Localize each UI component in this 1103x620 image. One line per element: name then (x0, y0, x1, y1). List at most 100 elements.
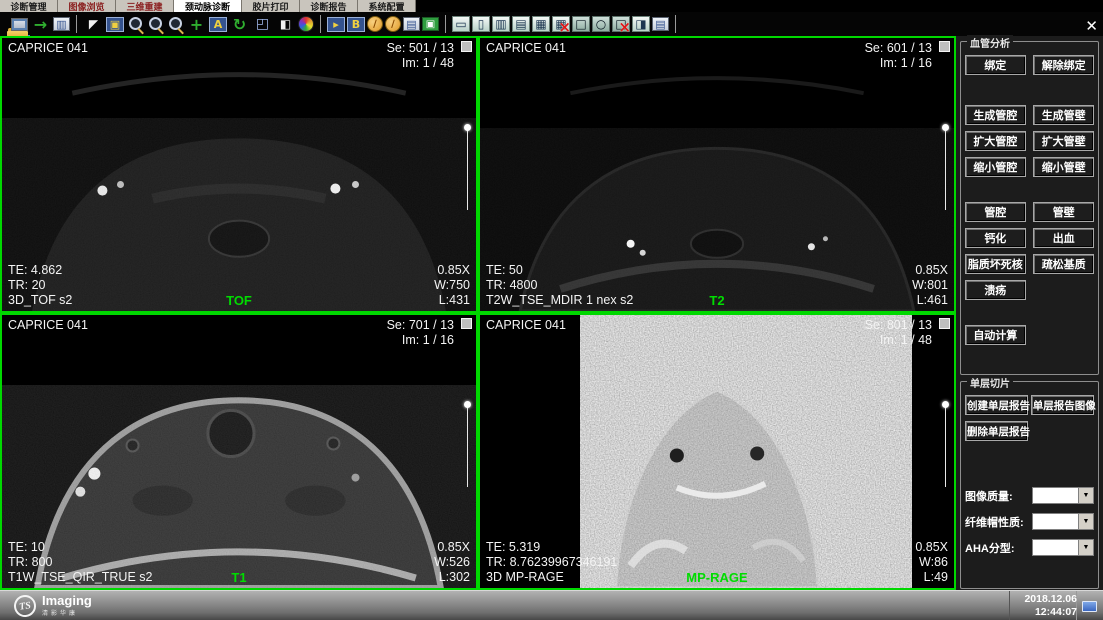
zoom-region-tool-icon[interactable] (146, 15, 164, 33)
lipid-core-button[interactable]: 脂质坏死核 (965, 254, 1026, 274)
create-slice-report-button[interactable]: 创建单层报告 (965, 395, 1028, 415)
annotation-tool-icon[interactable]: A (209, 17, 227, 32)
series-info: Se: 801 / 13Im: 1 / 48 (865, 318, 932, 348)
datetime-display: 2018.12.06 12:44:07 (1009, 591, 1077, 620)
viewport-select-checkbox[interactable] (461, 41, 472, 52)
capture-image-icon[interactable]: ▣ (422, 17, 439, 31)
delete-slice-report-button[interactable]: 删除单层报告 (965, 421, 1028, 441)
slice-report-image-button[interactable]: 单层报告图像 (1031, 395, 1094, 415)
refresh-tool-icon[interactable]: ↻ (229, 14, 250, 34)
calcification-button[interactable]: 钙化 (965, 228, 1026, 248)
layout-grid-clear-icon[interactable]: ▦ (552, 16, 570, 32)
image-quality-select[interactable]: ▼ (1032, 487, 1094, 504)
measure-tool-1-icon[interactable]: ∕ (367, 16, 383, 32)
viewport-t1[interactable]: CAPRICE 041 Se: 701 / 13Im: 1 / 16 TE: 1… (0, 313, 478, 590)
lumen-button[interactable]: 管腔 (965, 202, 1026, 222)
copy-report-icon[interactable]: ▤ (403, 17, 420, 31)
analysis-panel: 血管分析 绑定 解除绑定 生成管腔 生成管壁 扩大管腔 扩大管壁 缩小管腔 缩小… (956, 36, 1103, 590)
fibrous-cap-select[interactable]: ▼ (1032, 513, 1094, 530)
acquisition-params: TE: 50TR: 4800T2W_TSE_MDIR 1 nex s2 (486, 263, 633, 308)
workstation-icon[interactable] (11, 18, 28, 31)
expand-lumen-button[interactable]: 扩大管腔 (965, 131, 1026, 151)
single-slice-group: 单层切片 创建单层报告 单层报告图像 删除单层报告 图像质量: ▼ 纤维帽性质: (960, 381, 1099, 589)
layout-single-icon[interactable]: ▭ (452, 16, 470, 32)
zoom-tool-icon[interactable] (126, 15, 144, 33)
cine-view-icon[interactable]: ▤ (652, 17, 669, 31)
vessel-analysis-group: 血管分析 绑定 解除绑定 生成管腔 生成管壁 扩大管腔 扩大管壁 缩小管腔 缩小… (960, 41, 1099, 375)
toolbar: →▥◤▣+A↻◰◧▸B∕∕▤▣▭▯▥▤▦▦□○□◨▤ (0, 12, 1103, 36)
layout-stamp-icon[interactable]: ▯ (472, 16, 490, 32)
image-scroll-slider[interactable] (945, 405, 946, 487)
send-study-icon[interactable]: → (30, 14, 51, 34)
image-scroll-slider[interactable] (945, 128, 946, 210)
expand-wall-button[interactable]: 扩大管壁 (1033, 131, 1094, 151)
viewport-select-checkbox[interactable] (939, 41, 950, 52)
ime-language-icon[interactable] (1082, 601, 1097, 612)
series-info: Se: 601 / 13Im: 1 / 16 (865, 41, 932, 71)
viewport-grid: CAPRICE 041 Se: 501 / 13Im: 1 / 48 TE: 4… (0, 36, 956, 590)
fit-screen-tool-icon[interactable]: ◰ (252, 14, 273, 34)
display-params: 0.85XW:526L:302 (434, 540, 470, 585)
archive-database-icon[interactable]: ▥ (53, 17, 70, 31)
chevron-down-icon: ▼ (1078, 540, 1093, 555)
layout-two-col-icon[interactable]: ▥ (492, 16, 510, 32)
layout-grid-2x2-icon[interactable]: ▦ (532, 16, 550, 32)
pointer-tool-icon[interactable]: ◤ (83, 14, 104, 34)
bind-button[interactable]: 绑定 (965, 55, 1026, 75)
status-bar: TS Imaging 清影华康 2018.12.06 12:44:07 (0, 590, 1103, 620)
chevron-down-icon: ▼ (1078, 488, 1093, 503)
loose-matrix-button[interactable]: 疏松基质 (1033, 254, 1094, 274)
ts-logo-icon: TS (13, 593, 38, 618)
chevron-down-icon: ▼ (1078, 514, 1093, 529)
layout-bind-icon[interactable]: B (347, 17, 365, 32)
window-level-tool-icon[interactable]: ▣ (106, 17, 124, 32)
aha-type-label: AHA分型: (965, 540, 1015, 556)
toolbar-separator (445, 15, 446, 33)
viewport-t2[interactable]: CAPRICE 041 Se: 601 / 13Im: 1 / 16 TE: 5… (478, 36, 956, 313)
toolbar-separator (320, 15, 321, 33)
aha-type-select[interactable]: ▼ (1032, 539, 1094, 556)
date-text: 2018.12.06 (1024, 593, 1077, 606)
unbind-button[interactable]: 解除绑定 (1033, 55, 1094, 75)
tab-diagnosis-report[interactable]: 诊断报告 (300, 0, 358, 12)
image-scroll-slider[interactable] (467, 405, 468, 487)
tab-diagnosis-management[interactable]: 诊断管理 (0, 0, 58, 12)
tab-system-config[interactable]: 系统配置 (358, 0, 416, 12)
split-view-icon[interactable]: ◨ (632, 16, 650, 32)
roi-ellipse-icon[interactable]: ○ (592, 16, 610, 32)
roi-clear-icon[interactable]: □ (612, 16, 630, 32)
tab-carotid-diagnosis[interactable]: 颈动脉诊断 (174, 0, 242, 12)
wall-button[interactable]: 管壁 (1033, 202, 1094, 222)
image-scroll-slider[interactable] (467, 128, 468, 210)
close-icon[interactable]: ✕ (1085, 19, 1098, 33)
hemorrhage-button[interactable]: 出血 (1033, 228, 1094, 248)
pan-tool-icon[interactable]: + (186, 14, 207, 34)
generate-lumen-button[interactable]: 生成管腔 (965, 105, 1026, 125)
shrink-lumen-button[interactable]: 缩小管腔 (965, 157, 1026, 177)
mri-image-tof (2, 38, 476, 311)
tab-film-print[interactable]: 胶片打印 (242, 0, 300, 12)
invert-tool-icon[interactable]: ◧ (275, 14, 296, 34)
color-palette-tool-icon[interactable] (298, 16, 314, 32)
image-quality-label: 图像质量: (965, 488, 1013, 504)
ulcer-button[interactable]: 溃疡 (965, 280, 1026, 300)
zoom-x2-tool-icon[interactable] (166, 15, 184, 33)
generate-wall-button[interactable]: 生成管壁 (1033, 105, 1094, 125)
roi-rectangle-icon[interactable]: □ (572, 16, 590, 32)
viewport-select-checkbox[interactable] (461, 318, 472, 329)
auto-calculate-button[interactable]: 自动计算 (965, 325, 1026, 345)
display-params: 0.85XW:750L:431 (434, 263, 470, 308)
patient-id: CAPRICE 041 (486, 318, 566, 333)
viewport-mprage[interactable]: CAPRICE 041 Se: 801 / 13Im: 1 / 48 TE: 5… (478, 313, 956, 590)
tab-3d-reconstruction[interactable]: 三维重建 (116, 0, 174, 12)
layout-two-row-icon[interactable]: ▤ (512, 16, 530, 32)
layout-forward-icon[interactable]: ▸ (327, 17, 345, 32)
fibrous-cap-label: 纤维帽性质: (965, 514, 1024, 530)
measure-tool-2-icon[interactable]: ∕ (385, 16, 401, 32)
viewport-tof[interactable]: CAPRICE 041 Se: 501 / 13Im: 1 / 48 TE: 4… (0, 36, 478, 313)
display-params: 0.85XW:86L:49 (915, 540, 948, 585)
viewport-select-checkbox[interactable] (939, 318, 950, 329)
tab-image-browse[interactable]: 图像浏览 (58, 0, 116, 12)
module-tab-bar: 诊断管理 图像浏览 三维重建 颈动脉诊断 胶片打印 诊断报告 系统配置 (0, 0, 1103, 12)
shrink-wall-button[interactable]: 缩小管壁 (1033, 157, 1094, 177)
